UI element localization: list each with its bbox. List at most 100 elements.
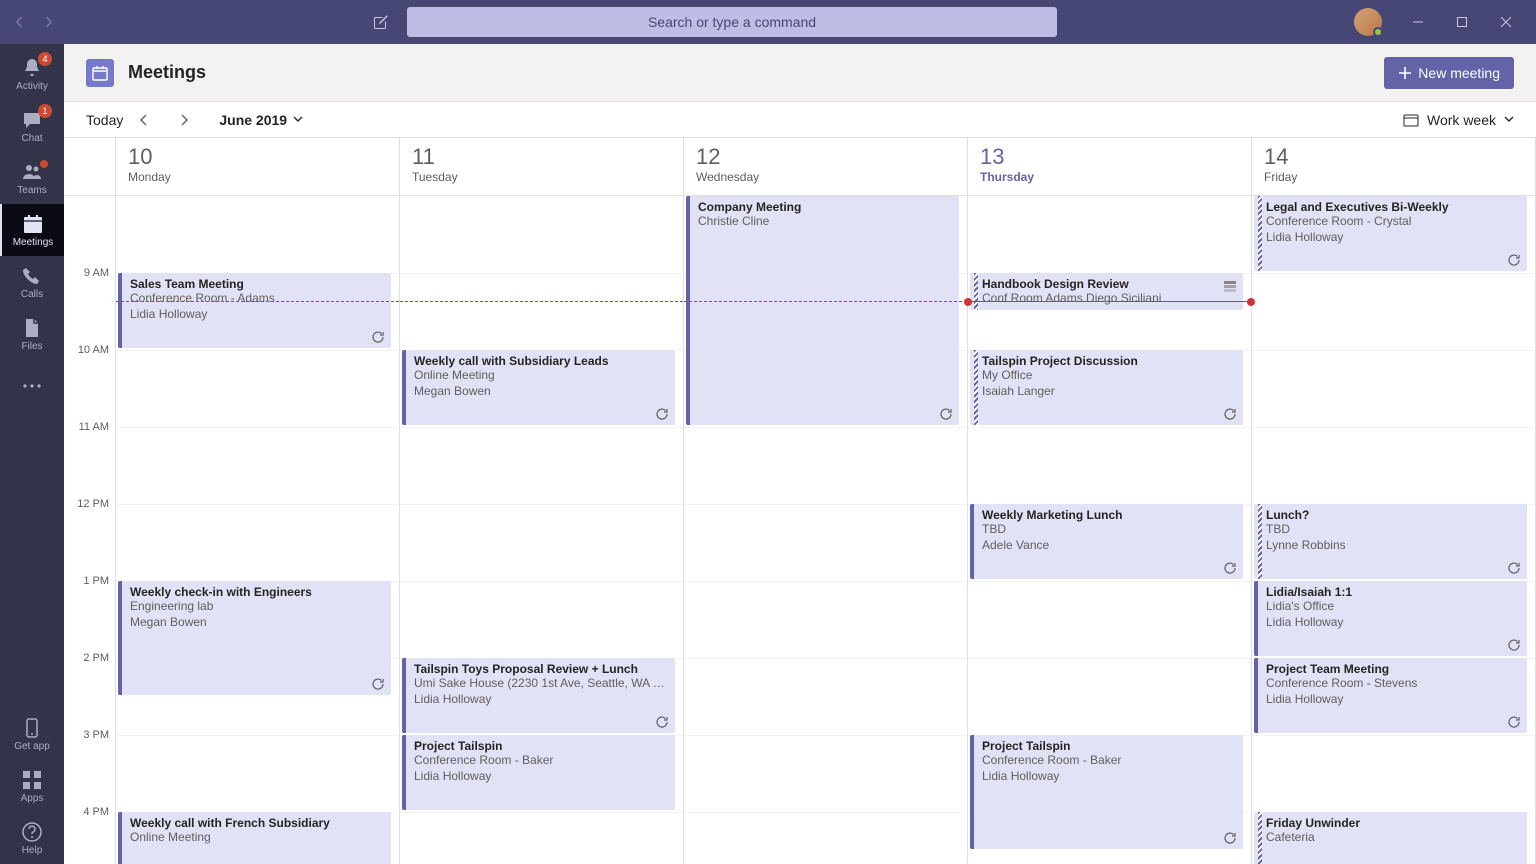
event-title: Project Tailspin <box>414 739 667 753</box>
calendar-event[interactable]: Lidia/Isaiah 1:1Lidia's OfficeLidia Holl… <box>1254 581 1527 656</box>
plus-icon <box>1398 66 1412 80</box>
event-organizer: Lidia Holloway <box>1266 692 1519 706</box>
rail-label: Meetings <box>13 237 54 248</box>
day-number: 14 <box>1264 144 1523 170</box>
day-name: Thursday <box>980 170 1239 184</box>
event-location: Conference Room - Adams <box>130 291 383 305</box>
day-column[interactable]: Weekly call with Subsidiary LeadsOnline … <box>400 196 684 864</box>
meetings-icon <box>22 213 44 235</box>
calendar-event[interactable]: Weekly check-in with EngineersEngineerin… <box>118 581 391 695</box>
day-column[interactable]: Handbook Design ReviewConf Room Adams Di… <box>968 196 1252 864</box>
search-input[interactable]: Search or type a command <box>407 7 1057 37</box>
rail-calls[interactable]: Calls <box>0 256 64 308</box>
time-label: 11 AM <box>79 421 109 433</box>
day-header[interactable]: 10Monday <box>116 138 400 196</box>
event-organizer: Lynne Robbins <box>1266 538 1519 552</box>
rail-help[interactable]: Help <box>0 812 64 864</box>
rail-files[interactable]: Files <box>0 308 64 360</box>
calendar-event[interactable]: Friday UnwinderCafeteria <box>1254 812 1527 864</box>
rail-getapp[interactable]: Get app <box>0 708 64 760</box>
event-title: Tailspin Toys Proposal Review + Lunch <box>414 662 667 676</box>
day-name: Tuesday <box>412 170 671 184</box>
calendar-event[interactable]: Legal and Executives Bi-WeeklyConference… <box>1254 196 1527 271</box>
rail-activity[interactable]: Activity4 <box>0 48 64 100</box>
gutter-head <box>64 138 116 196</box>
event-organizer: Adele Vance <box>982 538 1235 552</box>
event-organizer: Lidia Holloway <box>130 307 383 321</box>
forward-button[interactable] <box>36 10 60 34</box>
calendar-event[interactable]: Company MeetingChristie Cline <box>686 196 959 425</box>
recurring-icon <box>655 715 669 729</box>
event-title: Friday Unwinder <box>1266 816 1519 830</box>
month-label[interactable]: June 2019 <box>219 112 303 128</box>
day-column[interactable]: Company MeetingChristie Cline <box>684 196 968 864</box>
now-indicator <box>684 301 967 302</box>
user-avatar[interactable] <box>1354 8 1382 36</box>
app-rail: Activity4Chat1Teams Meetings CallsFiles Ge… <box>0 44 64 864</box>
day-header[interactable]: 11Tuesday <box>400 138 684 196</box>
event-location: Lidia's Office <box>1266 599 1519 613</box>
event-location: Conference Room - Baker <box>982 753 1235 767</box>
maximize-button[interactable] <box>1440 7 1484 37</box>
event-location: Christie Cline <box>698 214 951 228</box>
minimize-button[interactable] <box>1396 7 1440 37</box>
rail-more[interactable] <box>0 360 64 412</box>
day-number: 13 <box>980 144 1239 170</box>
day-header[interactable]: 14Friday <box>1252 138 1536 196</box>
event-organizer: Isaiah Langer <box>982 384 1235 398</box>
day-header[interactable]: 12Wednesday <box>684 138 968 196</box>
view-switcher[interactable]: Work week <box>1403 112 1514 128</box>
calendar-event[interactable]: Tailspin Toys Proposal Review + LunchUmi… <box>402 658 675 733</box>
new-meeting-button[interactable]: New meeting <box>1384 57 1514 89</box>
event-title: Project Tailspin <box>982 739 1235 753</box>
next-week-button[interactable] <box>179 114 203 126</box>
time-label: 10 AM <box>78 344 109 356</box>
calendar-event[interactable]: Weekly call with French SubsidiaryOnline… <box>118 812 391 864</box>
rail-label: Get app <box>14 741 50 752</box>
event-location: Cafeteria <box>1266 830 1519 844</box>
time-label: 1 PM <box>83 575 109 587</box>
event-title: Tailspin Project Discussion <box>982 354 1235 368</box>
calendar-event[interactable]: Lunch?TBD Lynne Robbins <box>1254 504 1527 579</box>
calendar-event[interactable]: Project TailspinConference Room - BakerL… <box>402 735 675 810</box>
calendar-event[interactable]: Handbook Design ReviewConf Room Adams Di… <box>970 273 1243 310</box>
day-number: 12 <box>696 144 955 170</box>
event-location: Conference Room - Crystal <box>1266 214 1519 228</box>
day-column[interactable]: Sales Team MeetingConference Room - Adam… <box>116 196 400 864</box>
calendar-event[interactable]: Project TailspinConference Room - BakerL… <box>970 735 1243 849</box>
event-location: TBD <box>982 522 1235 536</box>
compose-icon[interactable] <box>369 10 393 34</box>
time-gutter: 9 AM10 AM11 AM12 PM1 PM2 PM3 PM4 PM <box>64 196 116 864</box>
now-indicator <box>400 301 683 302</box>
page-title: Meetings <box>128 62 206 83</box>
event-title: Lidia/Isaiah 1:1 <box>1266 585 1519 599</box>
calendar-event[interactable]: Tailspin Project DiscussionMy OfficeIsai… <box>970 350 1243 425</box>
close-button[interactable] <box>1484 7 1528 37</box>
event-location: TBD <box>1266 522 1519 536</box>
rail-meetings[interactable]: Meetings <box>0 204 64 256</box>
rail-apps[interactable]: Apps <box>0 760 64 812</box>
calendar-icon <box>1403 113 1419 127</box>
time-label: 2 PM <box>83 652 109 664</box>
today-button[interactable]: Today <box>86 112 123 128</box>
event-title: Project Team Meeting <box>1266 662 1519 676</box>
event-location: Online Meeting <box>130 830 383 844</box>
calendar-event[interactable]: Project Team MeetingConference Room - St… <box>1254 658 1527 733</box>
event-title: Company Meeting <box>698 200 951 214</box>
recurring-icon <box>371 677 385 691</box>
back-button[interactable] <box>8 10 32 34</box>
event-location: Conf Room Adams Diego Siciliani <box>982 291 1235 305</box>
event-organizer: Lidia Holloway <box>1266 230 1519 244</box>
rail-teams[interactable]: Teams <box>0 152 64 204</box>
time-label: 3 PM <box>83 729 109 741</box>
day-column[interactable]: Legal and Executives Bi-WeeklyConference… <box>1252 196 1536 864</box>
day-header[interactable]: 13Thursday <box>968 138 1252 196</box>
calendar-event[interactable]: Sales Team MeetingConference Room - Adam… <box>118 273 391 348</box>
calendar-event[interactable]: Weekly call with Subsidiary LeadsOnline … <box>402 350 675 425</box>
rail-chat[interactable]: Chat1 <box>0 100 64 152</box>
event-title: Lunch? <box>1266 508 1519 522</box>
category-icon <box>1223 279 1237 293</box>
prev-week-button[interactable] <box>139 114 163 126</box>
calendar-event[interactable]: Weekly Marketing LunchTBDAdele Vance <box>970 504 1243 579</box>
event-title: Weekly call with Subsidiary Leads <box>414 354 667 368</box>
